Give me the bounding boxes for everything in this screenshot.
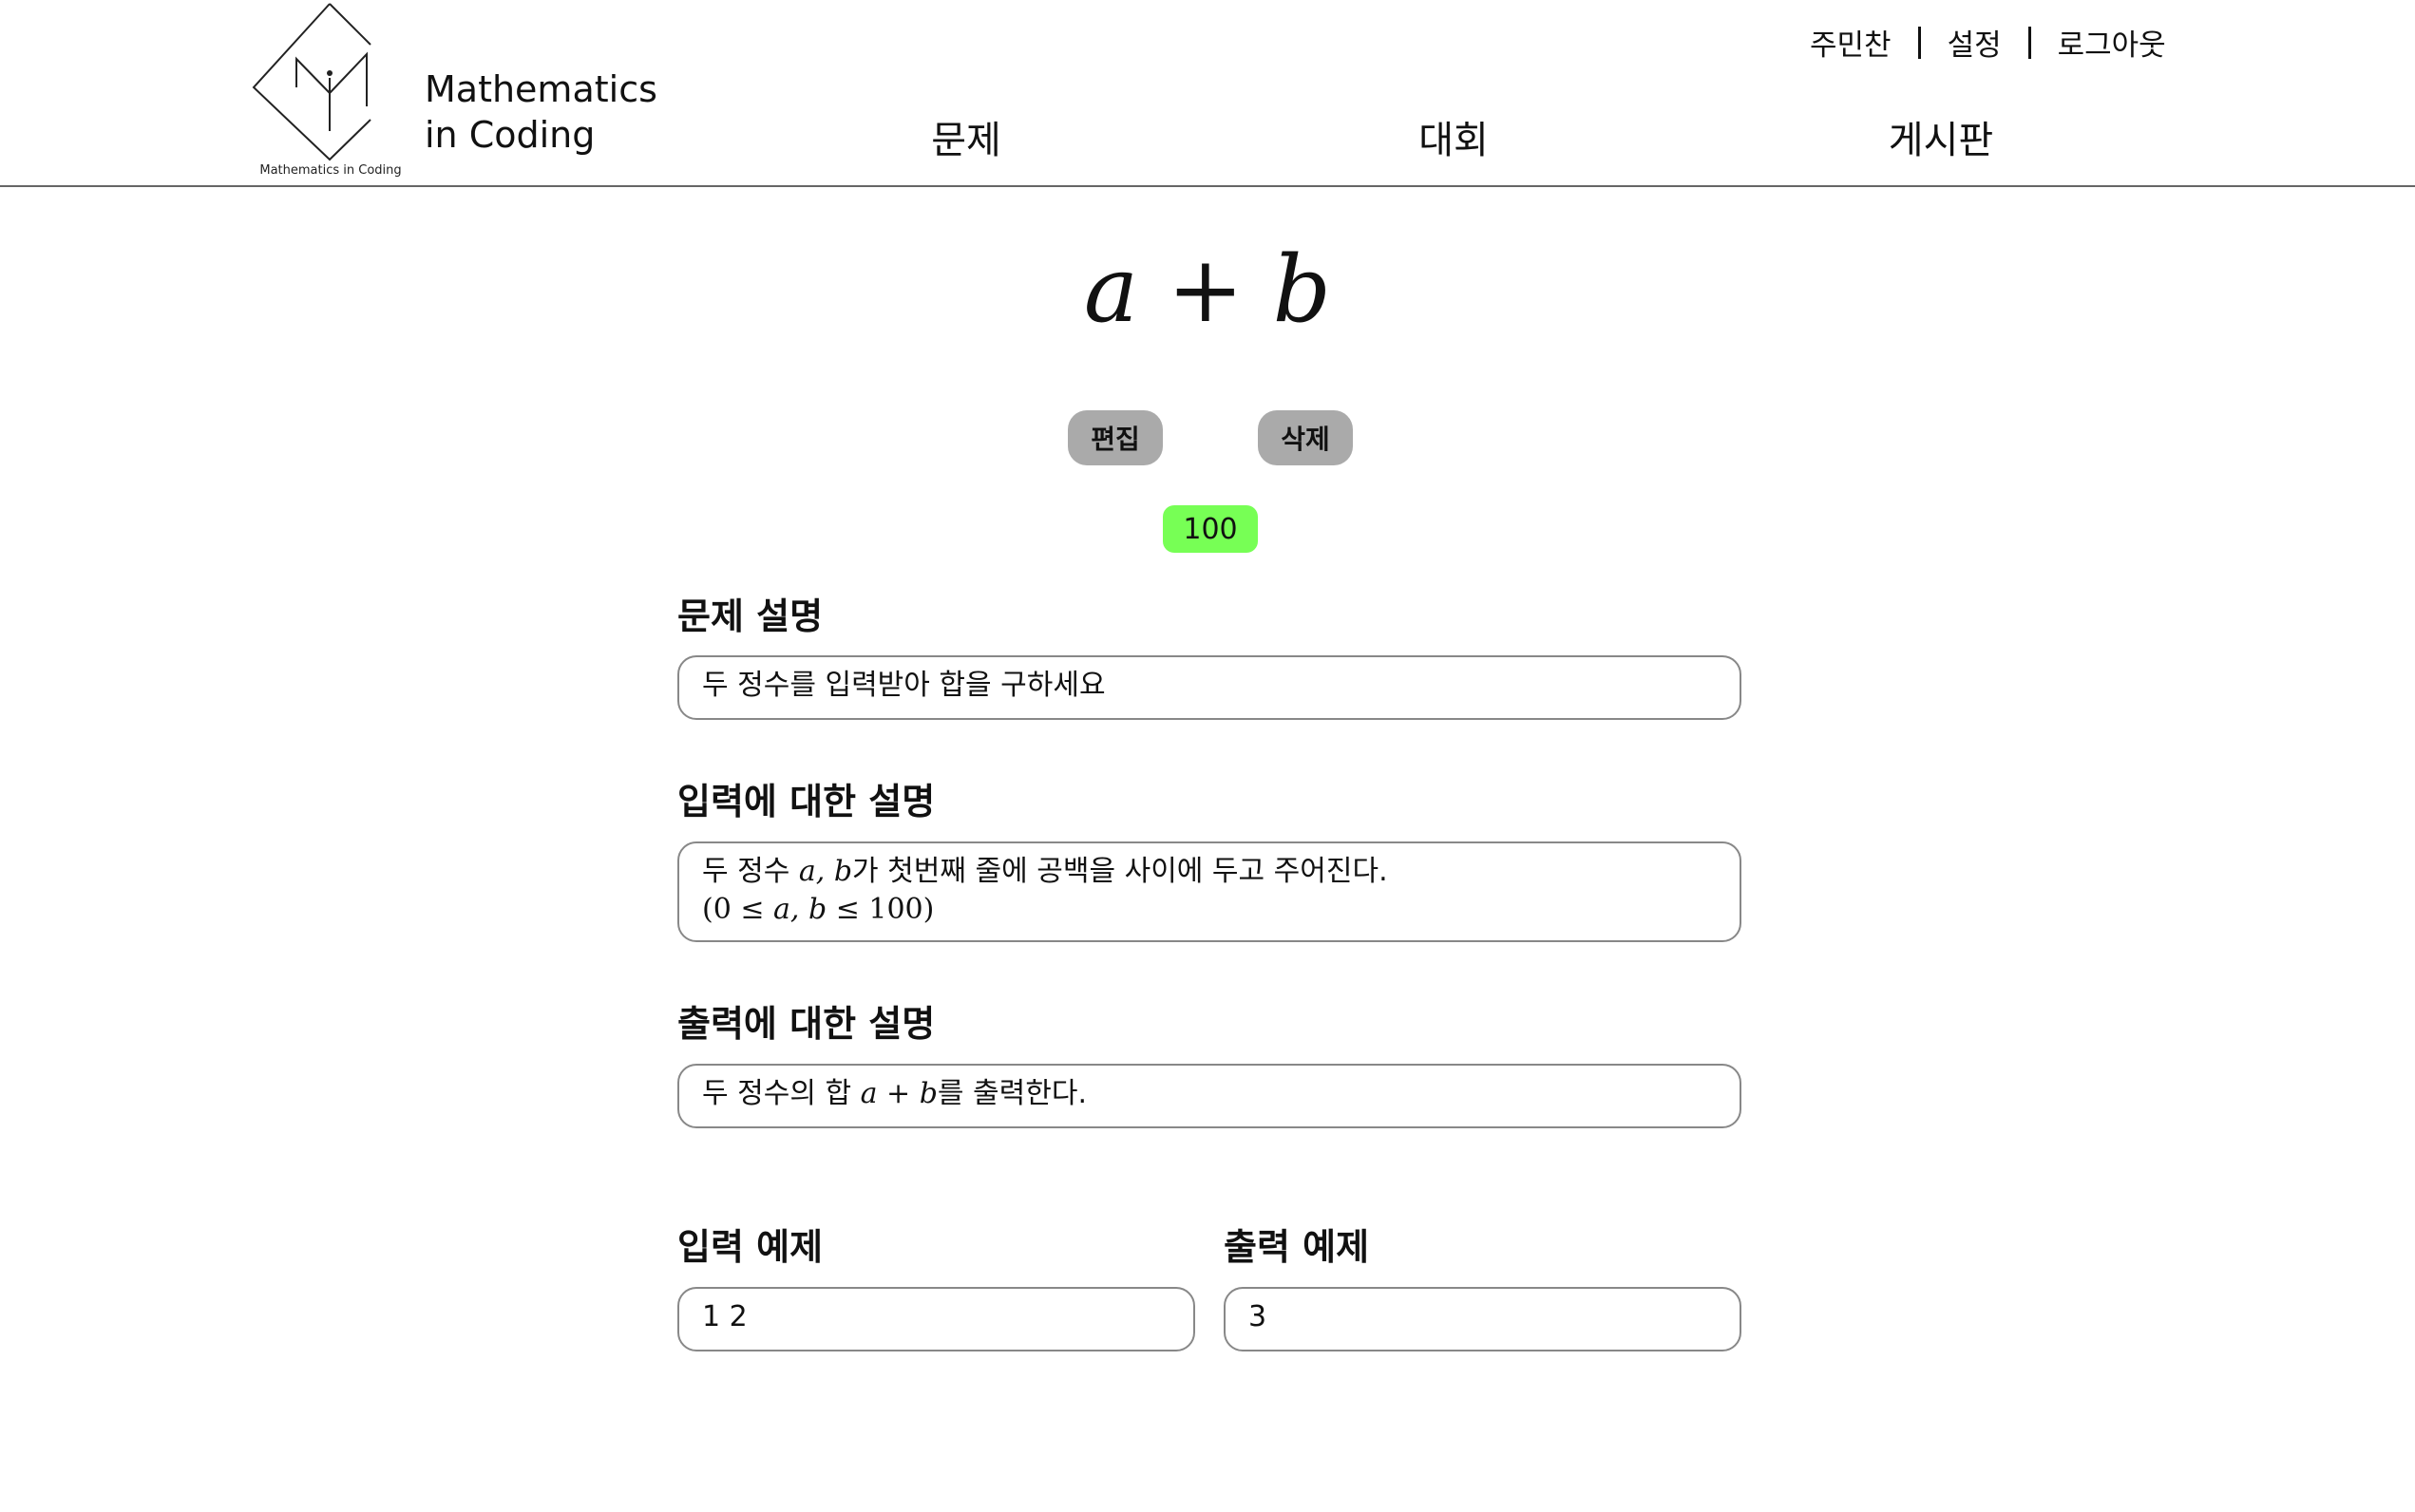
brand-line-1: Mathematics	[425, 68, 657, 110]
menu-divider	[2027, 26, 2031, 59]
input-vars: a, b	[798, 855, 853, 888]
input-description-line-1: 두 정수 a, b가 첫번째 줄에 공백을 사이에 두고 주어진다.	[702, 853, 1717, 891]
sample-input-box[interactable]: 1 2	[677, 1287, 1195, 1351]
description-heading: 문제 설명	[677, 595, 824, 637]
nav-contests[interactable]: 대회	[1418, 109, 1489, 164]
constraint-close: ≤ 100)	[827, 893, 935, 926]
constraint-open: (0 ≤	[702, 893, 773, 926]
brand-name[interactable]: Mathematics in Coding	[425, 66, 657, 158]
edit-button[interactable]: 편집	[1068, 410, 1163, 465]
output-pre-text: 두 정수의 합	[702, 1077, 861, 1110]
output-post-text: 를 출력한다.	[937, 1077, 1087, 1110]
title-var-b: b	[1272, 236, 1332, 343]
description-text: 두 정수를 입력받아 합을 구하세요	[702, 669, 1106, 702]
user-menu: 주민찬 설정 로그아웃	[1810, 21, 2166, 64]
logo-icon[interactable]	[242, 0, 418, 185]
brand-line-2: in Coding	[425, 114, 596, 156]
sample-input-heading: 입력 예제	[677, 1226, 824, 1268]
input-pre-text: 두 정수	[702, 855, 799, 888]
score-badge: 100	[1163, 505, 1258, 553]
delete-button[interactable]: 삭제	[1258, 410, 1353, 465]
sample-output-value: 3	[1248, 1300, 1267, 1333]
input-description-box: 두 정수 a, b가 첫번째 줄에 공백을 사이에 두고 주어진다. (0 ≤ …	[677, 841, 1741, 942]
nav-board[interactable]: 게시판	[1889, 109, 1993, 164]
title-operator: +	[1167, 236, 1245, 343]
constraint-vars: a, b	[773, 893, 827, 926]
input-constraint: (0 ≤ a, b ≤ 100)	[702, 891, 1717, 929]
sample-input-value: 1 2	[702, 1300, 748, 1333]
logo-caption: Mathematics in Coding	[259, 163, 402, 178]
username-link[interactable]: 주민찬	[1810, 21, 1892, 64]
input-post-text: 가 첫번째 줄에 공백을 사이에 두고 주어진다.	[852, 855, 1388, 888]
sample-output-box[interactable]: 3	[1224, 1287, 1741, 1351]
output-heading: 출력에 대한 설명	[677, 1003, 936, 1045]
settings-link[interactable]: 설정	[1948, 21, 2002, 64]
nav-problems[interactable]: 문제	[931, 109, 1001, 164]
logout-link[interactable]: 로그아웃	[2058, 21, 2166, 64]
menu-divider	[1917, 26, 1921, 59]
output-description-box: 두 정수의 합 a + b를 출력한다.	[677, 1064, 1741, 1128]
problem-title: a + b	[0, 237, 2415, 342]
input-heading: 입력에 대한 설명	[677, 781, 936, 822]
sample-output-heading: 출력 예제	[1224, 1226, 1370, 1268]
title-var-a: a	[1083, 236, 1139, 343]
output-expr: a + b	[860, 1077, 938, 1110]
description-box: 두 정수를 입력받아 합을 구하세요	[677, 655, 1741, 720]
site-header: Mathematics in Coding Mathematics in Cod…	[0, 0, 2415, 187]
